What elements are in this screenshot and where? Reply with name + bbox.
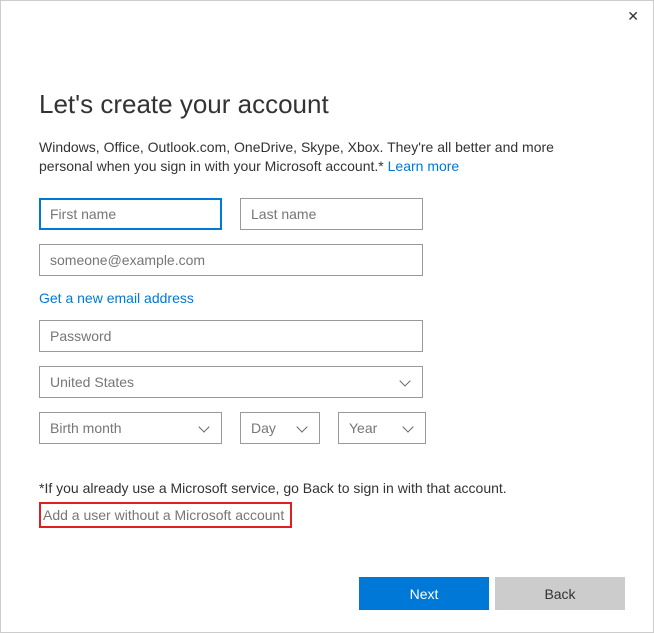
country-value: United States [50,374,134,390]
description-text: Windows, Office, Outlook.com, OneDrive, … [39,138,579,176]
chevron-down-icon [297,422,309,434]
page-title: Let's create your account [39,89,615,120]
first-name-field[interactable] [39,198,222,230]
chevron-down-icon [199,422,211,434]
alt-account-highlight: Add a user without a Microsoft account [39,502,292,528]
last-name-field[interactable] [240,198,423,230]
email-field[interactable] [39,244,423,276]
chevron-down-icon [400,376,412,388]
last-name-input[interactable] [251,206,412,222]
password-input[interactable] [50,328,412,344]
country-select[interactable]: United States [39,366,423,398]
email-input[interactable] [50,252,412,268]
birth-year-select[interactable]: Year [338,412,426,444]
dialog-content: Let's create your account Windows, Offic… [1,31,653,528]
learn-more-link[interactable]: Learn more [388,158,460,174]
button-row: Next Back [359,577,625,610]
footnote-text: *If you already use a Microsoft service,… [39,480,615,496]
password-field[interactable] [39,320,423,352]
add-user-without-ms-link[interactable]: Add a user without a Microsoft account [43,507,284,523]
description-body: Windows, Office, Outlook.com, OneDrive, … [39,139,554,174]
titlebar: ✕ [1,1,653,31]
birth-day-select[interactable]: Day [240,412,320,444]
back-button[interactable]: Back [495,577,625,610]
birth-year-value: Year [349,420,377,436]
birth-month-select[interactable]: Birth month [39,412,222,444]
birth-day-value: Day [251,420,276,436]
new-email-link[interactable]: Get a new email address [39,290,615,306]
birth-month-value: Birth month [50,420,122,436]
close-icon[interactable]: ✕ [627,8,639,25]
first-name-input[interactable] [50,206,211,222]
chevron-down-icon [403,422,415,434]
next-button[interactable]: Next [359,577,489,610]
